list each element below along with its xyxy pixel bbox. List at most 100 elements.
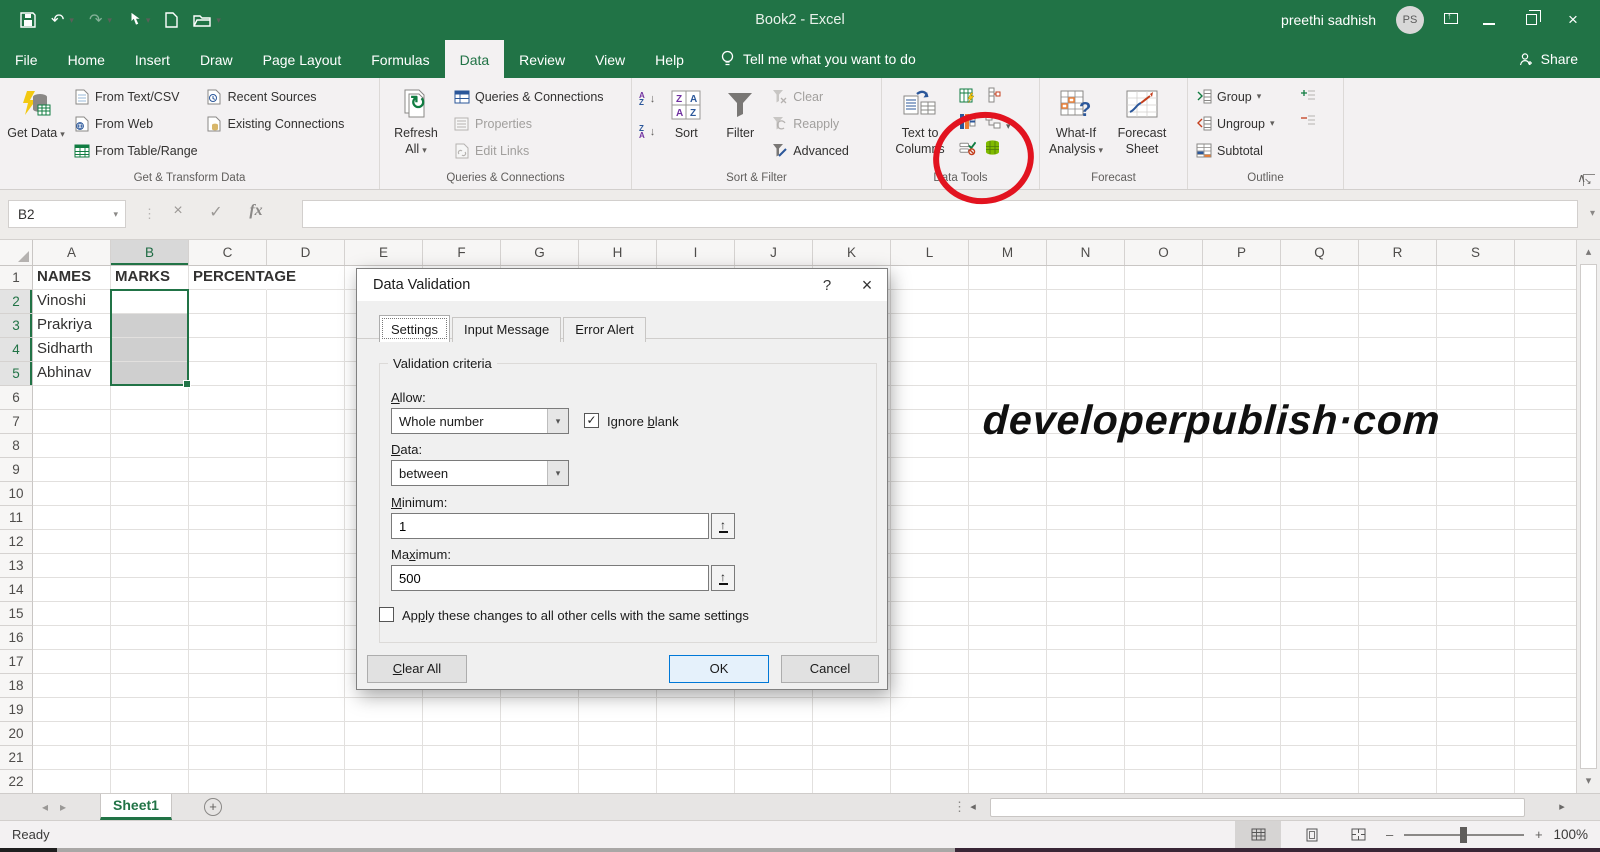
horizontal-scroll-thumb[interactable] bbox=[990, 798, 1525, 817]
cell-N13[interactable] bbox=[1047, 554, 1125, 578]
tab-insert[interactable]: Insert bbox=[120, 40, 185, 78]
expand-formula-bar-icon[interactable]: ▾ bbox=[1590, 208, 1595, 219]
cell-L19[interactable] bbox=[891, 698, 969, 722]
cell-O21[interactable] bbox=[1125, 746, 1203, 770]
cell-A1[interactable]: NAMES bbox=[33, 266, 111, 290]
cell-G22[interactable] bbox=[501, 770, 579, 793]
row-header-13[interactable]: 13 bbox=[0, 554, 33, 578]
row-header-3[interactable]: 3 bbox=[0, 314, 33, 338]
hide-detail-icon[interactable] bbox=[1300, 112, 1317, 129]
cell-C10[interactable] bbox=[189, 482, 267, 506]
column-header-S[interactable]: S bbox=[1437, 240, 1515, 265]
cell-partial-6[interactable] bbox=[1515, 386, 1576, 410]
allow-dropdown[interactable]: Whole number ▾ bbox=[391, 408, 569, 434]
cell-S12[interactable] bbox=[1437, 530, 1515, 554]
cell-S18[interactable] bbox=[1437, 674, 1515, 698]
row-header-20[interactable]: 20 bbox=[0, 722, 33, 746]
cell-partial-13[interactable] bbox=[1515, 554, 1576, 578]
touch-mode-dropdown-icon[interactable]: ▾ bbox=[146, 15, 151, 26]
cell-S22[interactable] bbox=[1437, 770, 1515, 793]
cell-N10[interactable] bbox=[1047, 482, 1125, 506]
cell-B5[interactable] bbox=[111, 362, 189, 386]
cell-S14[interactable] bbox=[1437, 578, 1515, 602]
cell-M18[interactable] bbox=[969, 674, 1047, 698]
cell-C1[interactable]: PERCENTAGE bbox=[189, 266, 267, 290]
cell-R10[interactable] bbox=[1359, 482, 1437, 506]
cell-M3[interactable] bbox=[969, 314, 1047, 338]
ribbon-item-group[interactable]: Group ▾ bbox=[1195, 87, 1274, 106]
column-header-B[interactable]: B bbox=[111, 240, 189, 265]
row-header-10[interactable]: 10 bbox=[0, 482, 33, 506]
column-header-partial[interactable] bbox=[1515, 240, 1576, 265]
cell-R19[interactable] bbox=[1359, 698, 1437, 722]
cell-C14[interactable] bbox=[189, 578, 267, 602]
cell-N11[interactable] bbox=[1047, 506, 1125, 530]
cell-K20[interactable] bbox=[813, 722, 891, 746]
cell-E20[interactable] bbox=[345, 722, 423, 746]
cell-Q21[interactable] bbox=[1281, 746, 1359, 770]
cell-P14[interactable] bbox=[1203, 578, 1281, 602]
column-header-K[interactable]: K bbox=[813, 240, 891, 265]
user-name[interactable]: preethi sadhish bbox=[1281, 12, 1376, 28]
flash-fill-icon[interactable] bbox=[959, 87, 976, 104]
cell-D18[interactable] bbox=[267, 674, 345, 698]
cell-C6[interactable] bbox=[189, 386, 267, 410]
cell-S19[interactable] bbox=[1437, 698, 1515, 722]
cell-N2[interactable] bbox=[1047, 290, 1125, 314]
cell-S15[interactable] bbox=[1437, 602, 1515, 626]
cell-H22[interactable] bbox=[579, 770, 657, 793]
cell-R20[interactable] bbox=[1359, 722, 1437, 746]
ungroup-dropdown-icon[interactable]: ▾ bbox=[1270, 118, 1275, 129]
cell-C12[interactable] bbox=[189, 530, 267, 554]
cell-N1[interactable] bbox=[1047, 266, 1125, 290]
cell-C2[interactable] bbox=[189, 290, 267, 314]
cell-Q20[interactable] bbox=[1281, 722, 1359, 746]
cell-P18[interactable] bbox=[1203, 674, 1281, 698]
cell-partial-1[interactable] bbox=[1515, 266, 1576, 290]
cell-M5[interactable] bbox=[969, 362, 1047, 386]
cell-Q11[interactable] bbox=[1281, 506, 1359, 530]
cell-A4[interactable]: Sidharth bbox=[33, 338, 111, 362]
cell-N5[interactable] bbox=[1047, 362, 1125, 386]
row-header-19[interactable]: 19 bbox=[0, 698, 33, 722]
cell-P10[interactable] bbox=[1203, 482, 1281, 506]
cell-C18[interactable] bbox=[189, 674, 267, 698]
cell-O11[interactable] bbox=[1125, 506, 1203, 530]
cell-Q3[interactable] bbox=[1281, 314, 1359, 338]
ribbon-item-ungroup[interactable]: Ungroup ▾ bbox=[1195, 114, 1274, 133]
data-dropdown[interactable]: between ▾ bbox=[391, 460, 569, 486]
cell-B7[interactable] bbox=[111, 410, 189, 434]
cell-R12[interactable] bbox=[1359, 530, 1437, 554]
cell-C11[interactable] bbox=[189, 506, 267, 530]
forecast-sheet-button[interactable]: Forecast Sheet bbox=[1113, 81, 1171, 157]
cell-partial-19[interactable] bbox=[1515, 698, 1576, 722]
cell-Q19[interactable] bbox=[1281, 698, 1359, 722]
zoom-out-icon[interactable]: – bbox=[1386, 827, 1393, 842]
cell-D11[interactable] bbox=[267, 506, 345, 530]
cell-M2[interactable] bbox=[969, 290, 1047, 314]
cell-S16[interactable] bbox=[1437, 626, 1515, 650]
cell-L8[interactable] bbox=[891, 434, 969, 458]
cell-O1[interactable] bbox=[1125, 266, 1203, 290]
cell-N4[interactable] bbox=[1047, 338, 1125, 362]
cell-M4[interactable] bbox=[969, 338, 1047, 362]
cell-L3[interactable] bbox=[891, 314, 969, 338]
cell-B4[interactable] bbox=[111, 338, 189, 362]
cell-A15[interactable] bbox=[33, 602, 111, 626]
scroll-right-icon[interactable]: ▸ bbox=[1552, 797, 1572, 817]
ribbon-item-from-table-range[interactable]: From Table/Range bbox=[73, 141, 198, 160]
minimum-input[interactable] bbox=[391, 513, 709, 539]
cell-I20[interactable] bbox=[657, 722, 735, 746]
formula-input[interactable] bbox=[302, 200, 1578, 228]
cell-O22[interactable] bbox=[1125, 770, 1203, 793]
page-layout-view-button[interactable] bbox=[1289, 821, 1335, 848]
cell-B18[interactable] bbox=[111, 674, 189, 698]
cell-B15[interactable] bbox=[111, 602, 189, 626]
row-header-17[interactable]: 17 bbox=[0, 650, 33, 674]
cell-O5[interactable] bbox=[1125, 362, 1203, 386]
cell-L21[interactable] bbox=[891, 746, 969, 770]
cell-Q5[interactable] bbox=[1281, 362, 1359, 386]
cell-S7[interactable] bbox=[1437, 410, 1515, 434]
column-header-D[interactable]: D bbox=[267, 240, 345, 265]
cell-D15[interactable] bbox=[267, 602, 345, 626]
